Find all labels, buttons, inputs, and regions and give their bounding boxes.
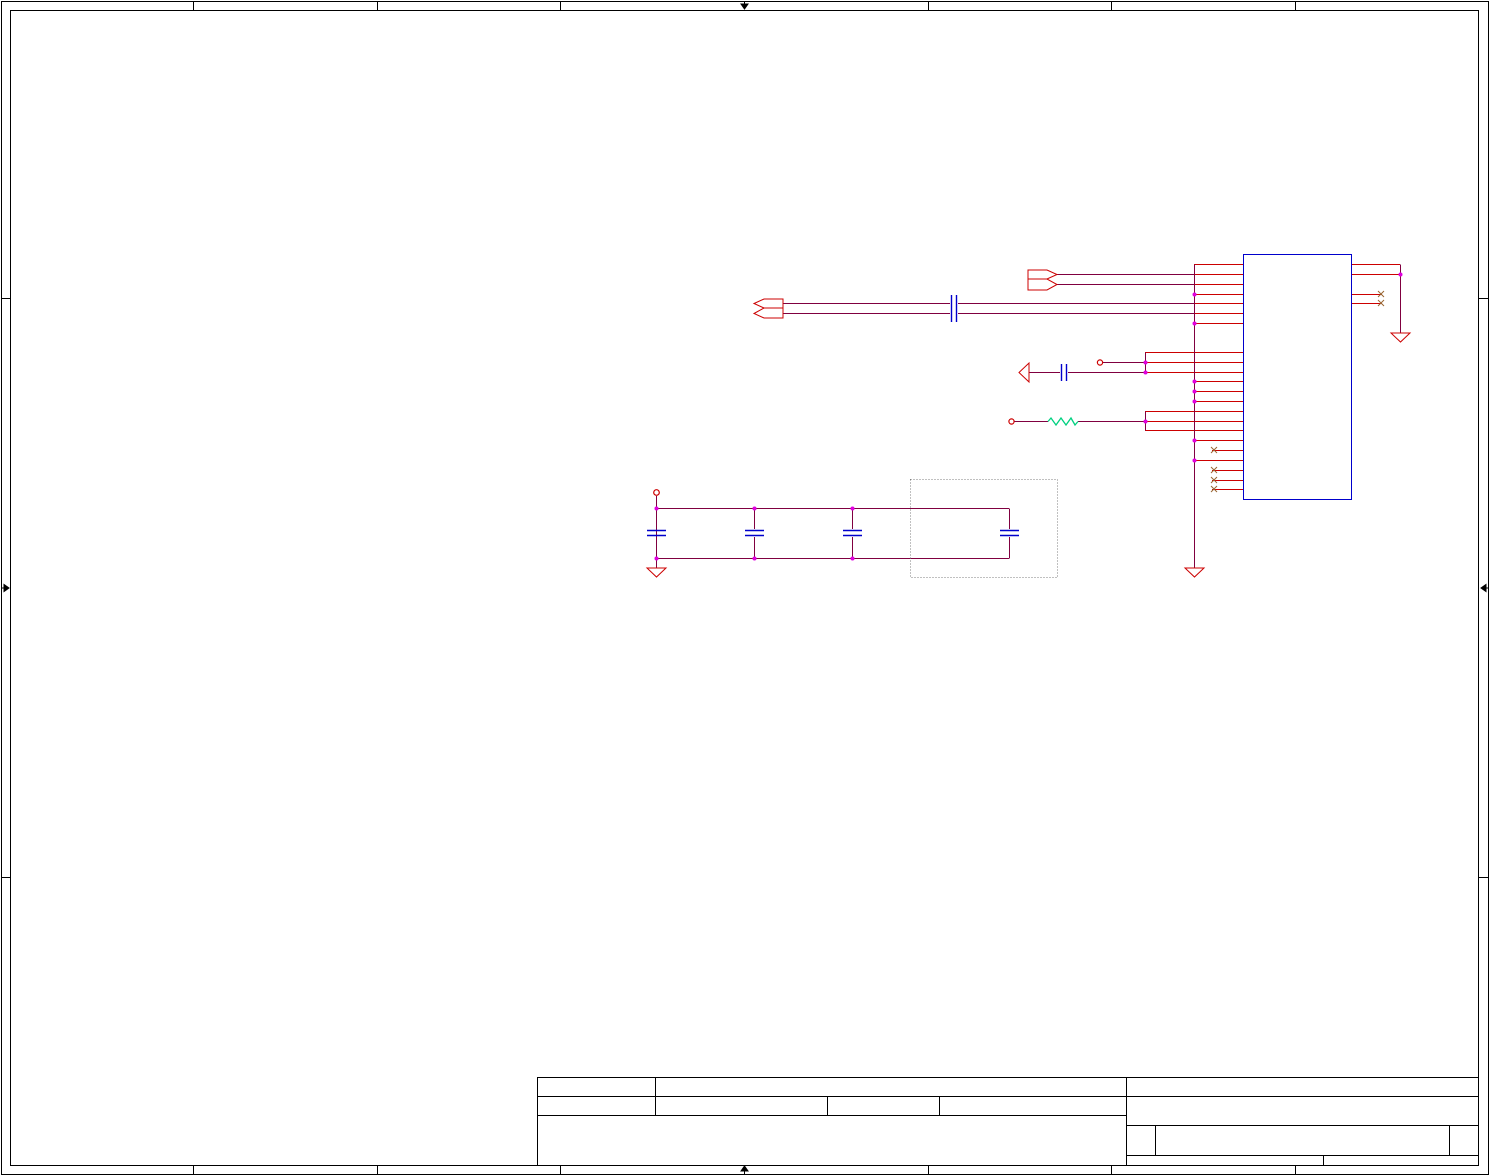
bulk-capacitor-3[interactable] <box>843 529 862 537</box>
title-block-frame <box>537 1077 1479 1166</box>
outer-border <box>1 1 1489 1175</box>
ac-coupling-capacitor[interactable] <box>950 295 958 322</box>
port-left-pointing-2 <box>752 307 784 319</box>
port-right-pointing-1 <box>1027 269 1059 280</box>
ground-symbol-right <box>1389 332 1412 343</box>
connector-right-pins <box>1352 264 1400 304</box>
optional-capacitor[interactable] <box>1000 529 1019 537</box>
bulk-capacitor-2[interactable] <box>745 529 764 537</box>
ground-symbol-main <box>1183 567 1206 578</box>
inner-border <box>10 10 1479 1166</box>
power-pins <box>653 359 1104 496</box>
optional-group-box <box>910 479 1058 578</box>
schematic-canvas <box>1 1 1489 1175</box>
center-arrows <box>1 1 1489 1175</box>
power-pin-decoupling <box>1096 359 1104 366</box>
power-pin-resistor <box>1008 418 1015 425</box>
connector-ic-body[interactable] <box>1243 254 1352 500</box>
series-resistor[interactable] <box>1047 416 1079 427</box>
port-left-pointing-1 <box>752 298 784 309</box>
power-pin-bulk <box>653 489 660 496</box>
schematic-sheet <box>0 0 1490 1176</box>
title-block <box>537 1077 1479 1166</box>
junction-dots <box>654 272 1403 561</box>
sheet-frame <box>1 1 1489 1175</box>
ground-symbols <box>645 332 1412 578</box>
ground-symbol-bulk <box>645 567 668 578</box>
port-symbols <box>752 269 1059 319</box>
decoupling-capacitor[interactable] <box>1060 364 1068 381</box>
wires <box>656 264 1401 568</box>
port-right-pointing-2 <box>1027 278 1059 291</box>
ground-symbol-decoupling <box>1018 361 1030 384</box>
